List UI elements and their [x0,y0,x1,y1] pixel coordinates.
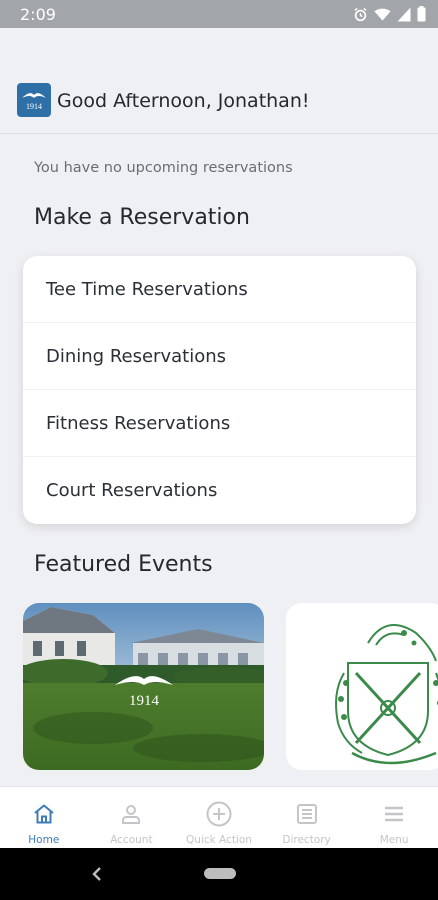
status-icons [353,6,426,22]
reservation-options-card: Tee Time Reservations Dining Reservation… [23,256,416,524]
account-icon [119,801,143,827]
tab-label-account: Account [110,834,153,846]
tab-home[interactable]: Home [0,787,88,848]
featured-event-card-clubhouse[interactable]: 1914 [23,603,264,770]
court-reservations-item[interactable]: Court Reservations [23,457,416,524]
menu-icon [382,801,406,827]
app-header: 1914 Good Afternoon, Jonathan! [0,28,438,134]
greeting-title: Good Afternoon, Jonathan! [57,90,310,112]
battery-icon [417,6,426,22]
back-icon[interactable] [90,865,104,883]
tab-directory[interactable]: Directory [263,787,351,848]
plus-circle-icon [206,801,232,827]
club-logo: 1914 [17,83,51,117]
fitness-reservations-item[interactable]: Fitness Reservations [23,390,416,457]
tab-label-menu: Menu [379,834,409,846]
tab-account[interactable]: Account [88,787,176,848]
clubhouse-photo: 1914 [23,603,264,770]
club-crest-image [335,624,438,765]
no-reservations-message: You have no upcoming reservations [34,160,293,176]
tab-quick-action[interactable]: Quick Action [175,787,263,848]
directory-icon [295,801,319,827]
alarm-icon [354,7,367,21]
tab-label-directory: Directory [282,834,331,846]
make-reservation-title: Make a Reservation [34,205,250,230]
wifi-icon [374,8,391,21]
status-time: 2:09 [20,4,56,24]
status-bar: 2:09 [0,0,438,28]
dining-reservations-item[interactable]: Dining Reservations [23,323,416,390]
featured-events-title: Featured Events [34,552,213,577]
tab-menu[interactable]: Menu [350,787,438,848]
bottom-tab-bar: Home Account Quick Action Directory Menu [0,786,438,848]
home-gesture-pill[interactable] [204,868,236,879]
featured-event-card-crest[interactable] [286,603,438,770]
system-navigation-bar [0,848,438,900]
svg-text:1914: 1914 [26,102,42,111]
tee-time-reservations-item[interactable]: Tee Time Reservations [23,256,416,323]
home-icon [32,801,56,827]
event-card-overlay-text: 1914 [129,693,160,709]
tab-label-home: Home [28,834,60,846]
signal-icon [397,7,411,21]
tab-label-quick-action: Quick Action [186,834,252,846]
